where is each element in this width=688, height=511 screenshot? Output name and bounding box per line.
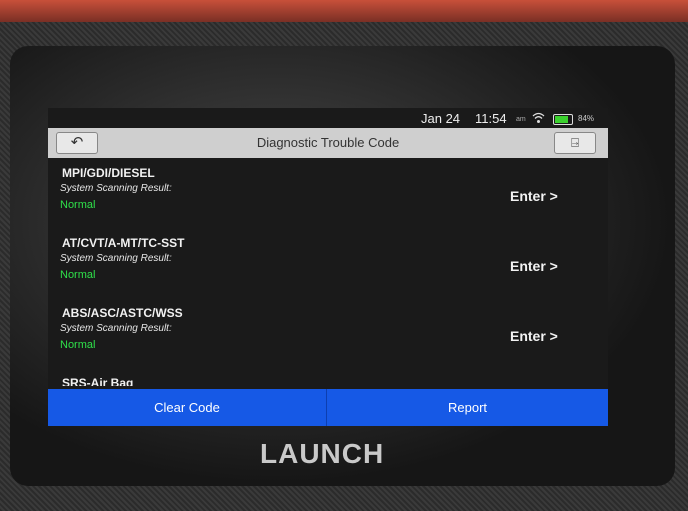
system-name: SRS-Air Bag bbox=[62, 376, 134, 386]
title-bar: ↶ Diagnostic Trouble Code ⍈ bbox=[48, 128, 608, 158]
system-name: MPI/GDI/DIESEL bbox=[62, 166, 155, 180]
status-date: Jan 24 bbox=[421, 111, 461, 126]
system-name: ABS/ASC/ASTC/WSS bbox=[62, 306, 183, 320]
report-button[interactable]: Report bbox=[327, 389, 608, 426]
battery-icon bbox=[553, 114, 573, 125]
scan-result-label: System Scanning Result: bbox=[60, 253, 172, 264]
device-screen: Jan 24 11:54 am 84% ↶ Diagnostic Trouble… bbox=[48, 108, 608, 426]
system-name: AT/CVT/A-MT/TC-SST bbox=[62, 236, 185, 250]
status-time: 11:54 bbox=[475, 111, 507, 126]
list-item: MPI/GDI/DIESEL System Scanning Result: N… bbox=[48, 160, 608, 228]
exit-icon: ⍈ bbox=[571, 135, 579, 150]
enter-button[interactable]: Enter > bbox=[510, 188, 558, 204]
enter-button[interactable]: Enter > bbox=[510, 328, 558, 344]
exit-button[interactable]: ⍈ bbox=[554, 132, 596, 154]
status-value: Normal bbox=[60, 269, 96, 281]
brand-logo: LAUNCH bbox=[260, 438, 385, 469]
action-bar: Clear Code Report bbox=[48, 389, 608, 426]
page-title: Diagnostic Trouble Code bbox=[256, 135, 400, 150]
list-item: SRS-Air Bag bbox=[48, 370, 608, 386]
device-top-edge bbox=[0, 0, 688, 22]
clear-code-button[interactable]: Clear Code bbox=[48, 389, 327, 426]
battery-percent: 84% bbox=[578, 114, 595, 123]
scan-result-label: System Scanning Result: bbox=[60, 323, 172, 334]
status-ampm: am bbox=[516, 116, 526, 123]
wifi-icon bbox=[532, 112, 545, 123]
enter-button[interactable]: Enter > bbox=[510, 258, 558, 274]
list-item: AT/CVT/A-MT/TC-SST System Scanning Resul… bbox=[48, 230, 608, 298]
system-list[interactable]: MPI/GDI/DIESEL System Scanning Result: N… bbox=[48, 160, 608, 386]
scan-result-label: System Scanning Result: bbox=[60, 183, 172, 194]
list-item: ABS/ASC/ASTC/WSS System Scanning Result:… bbox=[48, 300, 608, 368]
status-bar: Jan 24 11:54 am 84% bbox=[48, 108, 608, 128]
status-value: Normal bbox=[60, 199, 96, 211]
status-value: Normal bbox=[60, 339, 96, 351]
